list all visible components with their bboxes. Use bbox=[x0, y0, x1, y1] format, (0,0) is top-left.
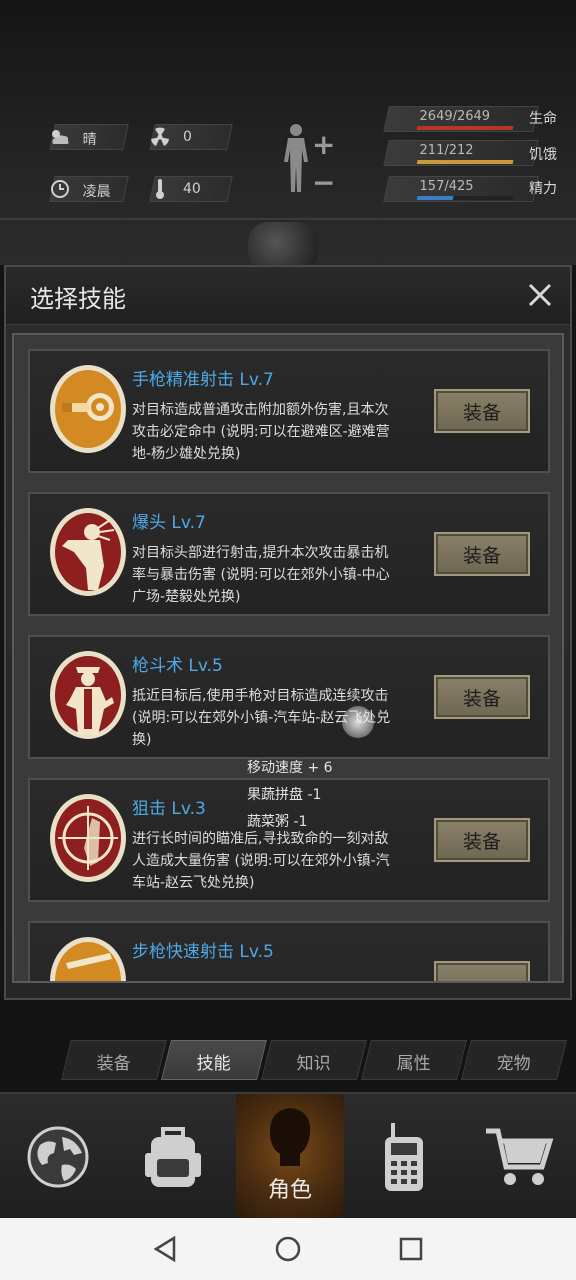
nav-backpack[interactable] bbox=[115, 1094, 230, 1220]
health-bar: 2649/2649 bbox=[383, 106, 539, 132]
energy-fill bbox=[416, 196, 454, 200]
thermometer-icon bbox=[145, 174, 175, 204]
decrease-icon[interactable]: − bbox=[312, 166, 335, 199]
hunger-label: 饥饿 bbox=[529, 147, 557, 163]
energy-label: 精力 bbox=[529, 181, 557, 197]
health-value: 2649/2649 bbox=[419, 109, 491, 124]
tab-attributes[interactable]: 属性 bbox=[361, 1040, 467, 1080]
skill-name: 狙击 Lv.3 bbox=[132, 799, 206, 819]
status-divider bbox=[0, 218, 576, 220]
skill-card: 枪斗术 Lv.5 抵近目标后,使用手枪对目标造成连续攻击 (说明:可以在郊外小镇… bbox=[28, 635, 550, 759]
nav-radio[interactable] bbox=[346, 1094, 461, 1220]
skill-description: 进行长时间的瞄准后,寻找致命的一刻对敌人造成大量伤害 (说明:可以在郊外小镇-汽… bbox=[132, 831, 390, 891]
nav-character-label: 角色 bbox=[267, 1178, 312, 1203]
skill-description: 对目标头部进行射击,提升本次攻击暴击机率与暴击伤害 (说明:可以在郊外小镇-中心… bbox=[132, 545, 390, 605]
walkie-talkie-icon bbox=[384, 1123, 423, 1191]
dialog-header: 选择技能 bbox=[6, 267, 570, 325]
skill-description: 对目标造成普通攻击附加额外伤害,且本次攻击必定命中 (说明:可以在避难区-避难营… bbox=[132, 402, 390, 462]
time-chip: 凌晨 bbox=[49, 176, 129, 202]
dialog-title: 选择技能 bbox=[30, 285, 126, 313]
skill-name: 手枪精准射击 Lv.7 bbox=[132, 370, 274, 390]
equip-button[interactable] bbox=[434, 961, 530, 981]
recents-icon[interactable] bbox=[396, 1234, 426, 1264]
hunger-fill bbox=[416, 160, 514, 164]
increase-icon[interactable]: + bbox=[312, 128, 335, 161]
skill-name: 爆头 Lv.7 bbox=[132, 513, 206, 533]
pistol-precision-icon bbox=[50, 365, 126, 453]
character-body-icon[interactable] bbox=[278, 122, 314, 194]
skill-card: 步枪快速射击 Lv.5 bbox=[28, 921, 550, 981]
health-label: 生命 bbox=[529, 111, 557, 127]
equip-button[interactable]: 装备 bbox=[434, 532, 530, 576]
radiation-value: 0 bbox=[183, 129, 192, 145]
tab-skills[interactable]: 技能 bbox=[161, 1040, 267, 1080]
health-fill bbox=[416, 126, 514, 130]
hunger-value: 211/212 bbox=[419, 143, 474, 158]
back-icon[interactable] bbox=[150, 1234, 180, 1264]
skill-name: 步枪快速射击 Lv.5 bbox=[132, 942, 274, 962]
globe-icon bbox=[27, 1126, 88, 1188]
sniper-icon bbox=[50, 794, 126, 882]
temperature-value: 40 bbox=[183, 181, 201, 197]
shopping-cart-icon bbox=[485, 1128, 553, 1185]
system-nav-bar bbox=[0, 1218, 576, 1280]
tab-equipment[interactable]: 装备 bbox=[61, 1040, 167, 1080]
clock-icon bbox=[45, 174, 75, 204]
energy-bar: 157/425 bbox=[383, 176, 539, 202]
radiation-chip: 0 bbox=[149, 124, 233, 150]
equip-button[interactable]: 装备 bbox=[434, 818, 530, 862]
touch-indicator bbox=[342, 706, 374, 738]
skill-card: 爆头 Lv.7 对目标头部进行射击,提升本次攻击暴击机率与暴击伤害 (说明:可以… bbox=[28, 492, 550, 616]
skill-card: 手枪精准射击 Lv.7 对目标造成普通攻击附加额外伤害,且本次攻击必定命中 (说… bbox=[28, 349, 550, 473]
close-button[interactable] bbox=[522, 277, 558, 313]
tab-pets[interactable]: 宠物 bbox=[461, 1040, 567, 1080]
skill-list[interactable]: 手枪精准射击 Lv.7 对目标造成普通攻击附加额外伤害,且本次攻击必定命中 (说… bbox=[12, 333, 564, 983]
gun-kata-icon bbox=[50, 651, 126, 739]
character-tabs: 装备 技能 知识 属性 宠物 bbox=[58, 1040, 567, 1080]
rifle-rapid-icon bbox=[50, 937, 126, 981]
energy-value: 157/425 bbox=[419, 179, 474, 194]
hunger-bar: 211/212 bbox=[383, 140, 539, 166]
radiation-icon bbox=[145, 122, 175, 152]
temperature-chip: 40 bbox=[149, 176, 233, 202]
nav-world[interactable] bbox=[0, 1094, 115, 1220]
floating-text: 蔬菜粥 -1 bbox=[247, 814, 308, 830]
skill-name: 枪斗术 Lv.5 bbox=[132, 656, 223, 676]
close-icon bbox=[528, 283, 552, 307]
nav-shop[interactable] bbox=[461, 1094, 576, 1220]
headshot-icon bbox=[50, 508, 126, 596]
floating-text: 果蔬拼盘 -1 bbox=[247, 787, 322, 803]
time-of-day-text: 凌晨 bbox=[82, 184, 111, 200]
equip-button[interactable]: 装备 bbox=[434, 389, 530, 433]
home-icon[interactable] bbox=[273, 1234, 303, 1264]
weather-chip: 晴 bbox=[49, 124, 129, 150]
bottom-nav: 角色 bbox=[0, 1092, 576, 1220]
skill-select-dialog: 选择技能 手枪精准射击 Lv.7 对目标造成普通攻击附加额外伤害,且本次攻击必定… bbox=[4, 265, 572, 1000]
floating-text: 移动速度 + 6 bbox=[247, 760, 333, 776]
nav-character[interactable]: 角色 bbox=[236, 1094, 344, 1220]
tab-knowledge[interactable]: 知识 bbox=[261, 1040, 367, 1080]
weather-text: 晴 bbox=[82, 132, 97, 148]
equip-button[interactable]: 装备 bbox=[434, 675, 530, 719]
backpack-icon bbox=[144, 1127, 201, 1187]
weather-cloud-sun-icon bbox=[45, 122, 75, 152]
